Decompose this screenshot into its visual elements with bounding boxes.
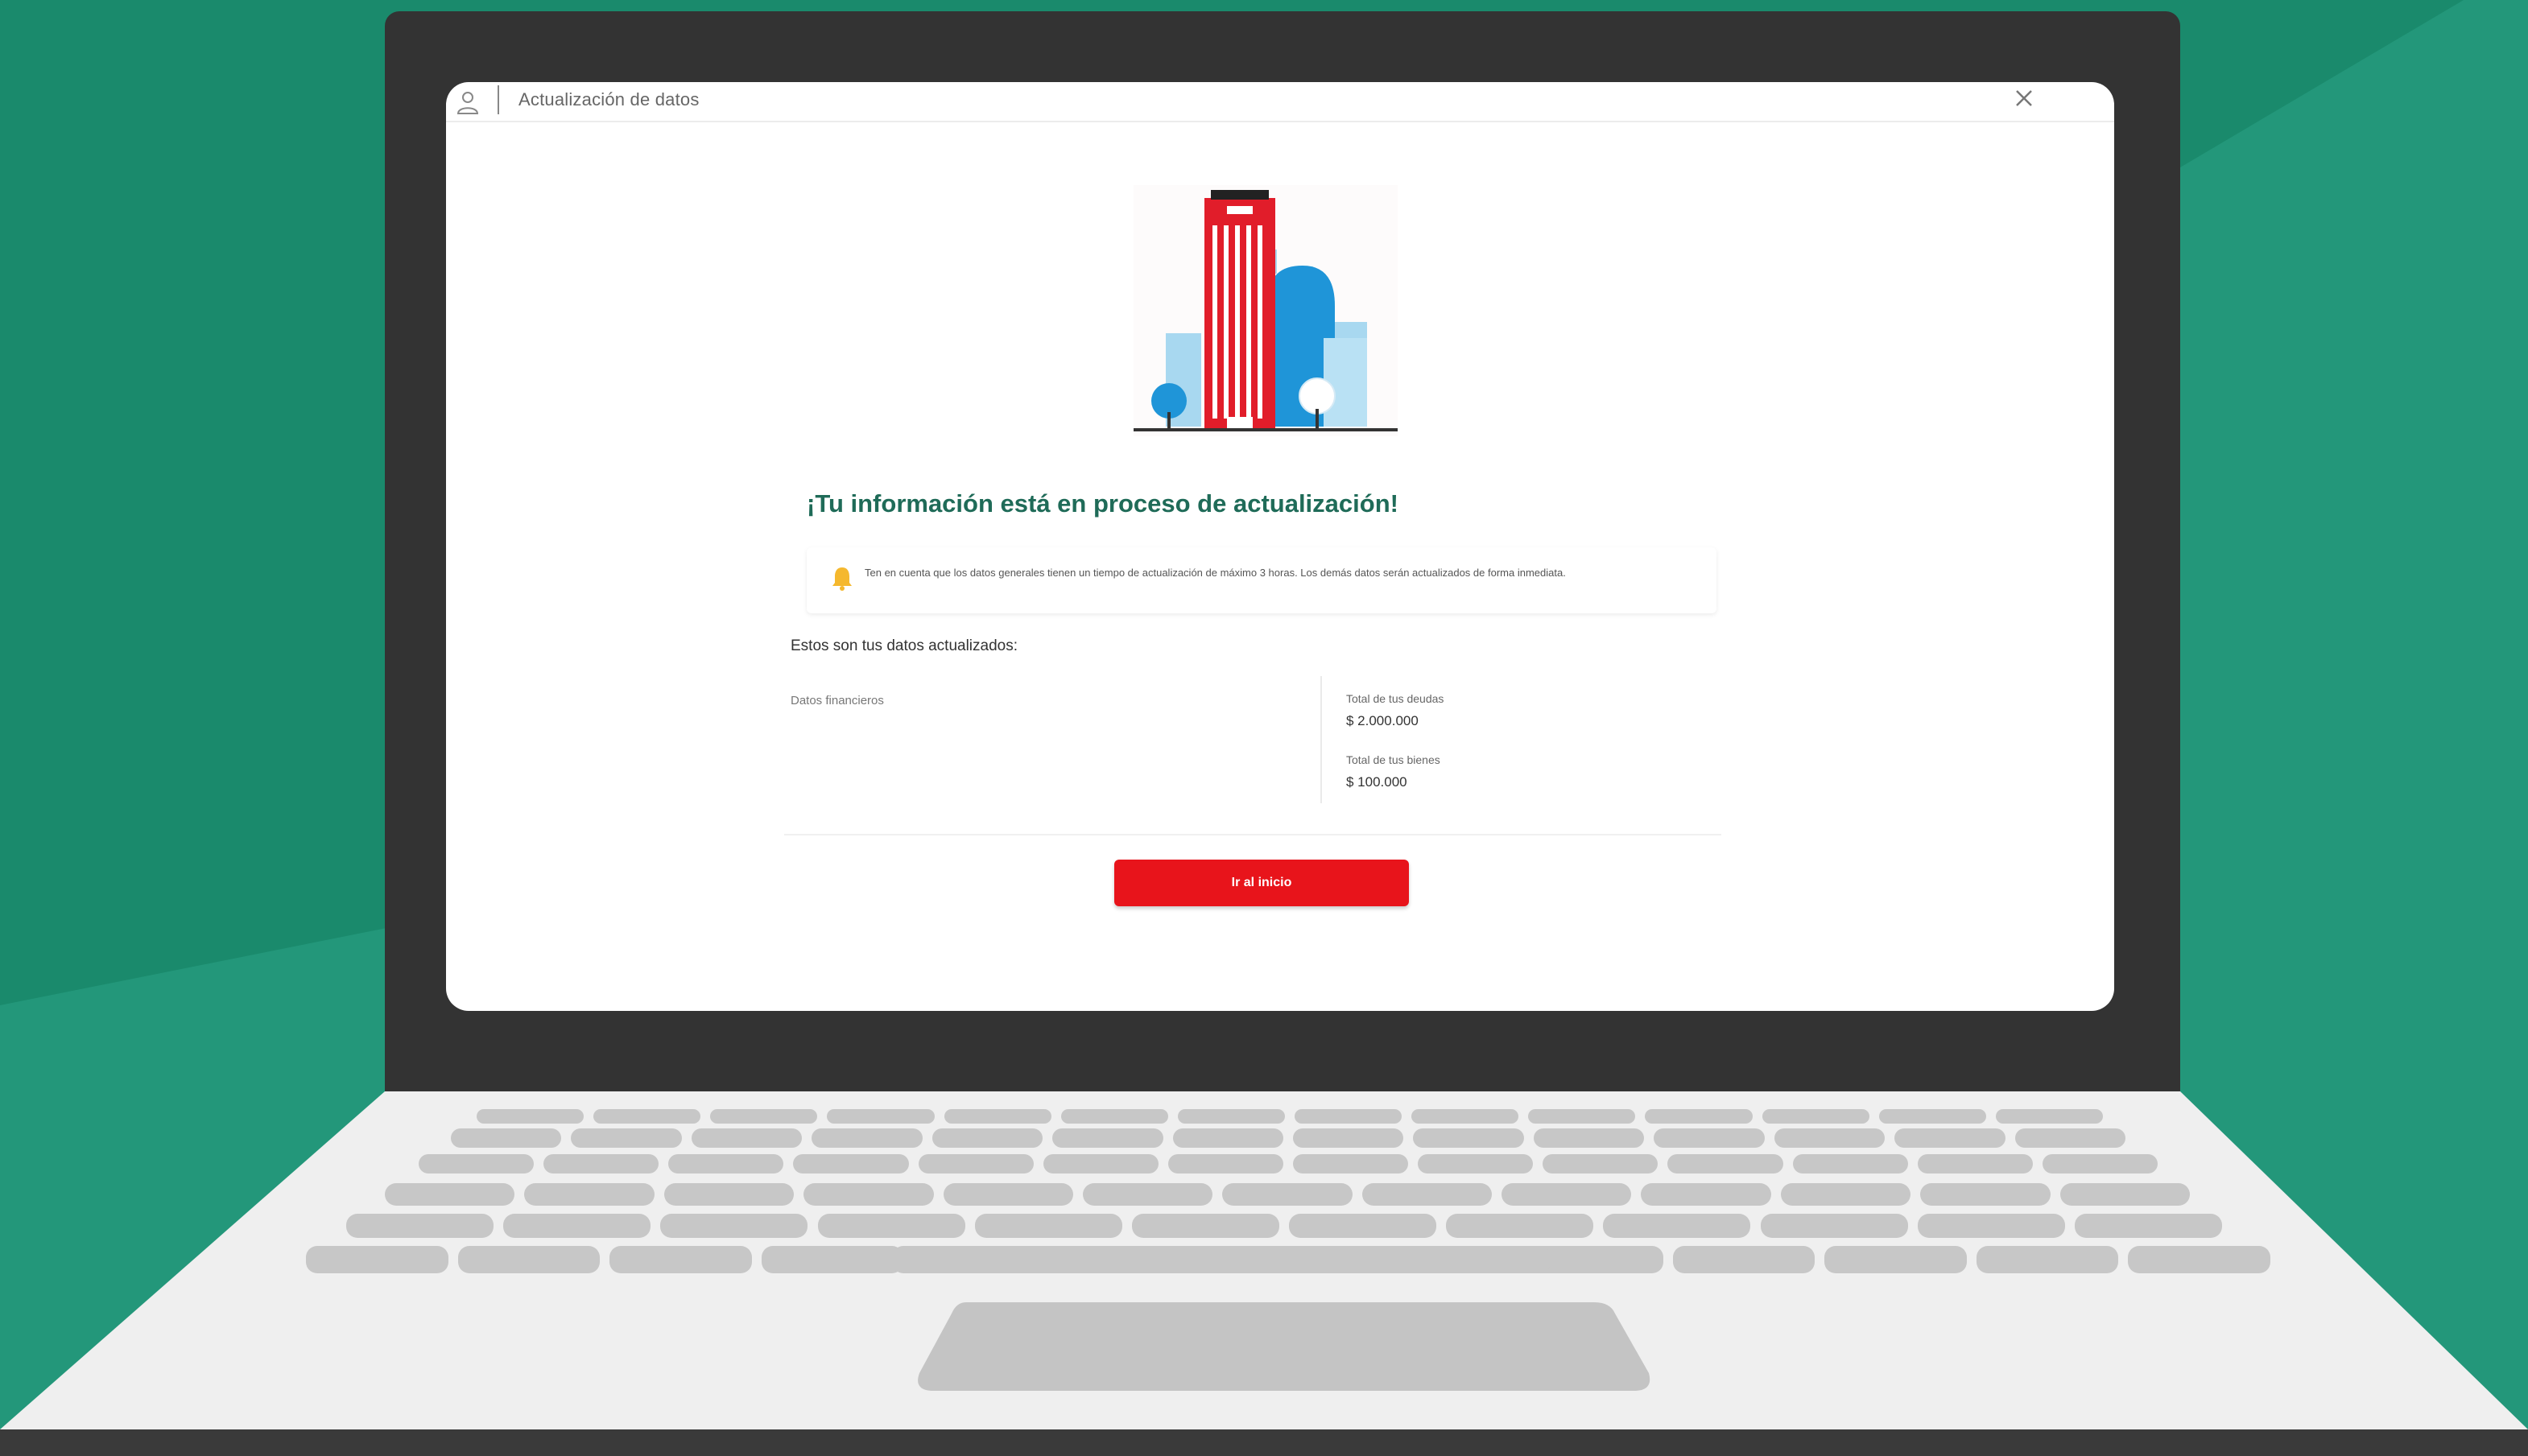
title-separator [498, 85, 499, 114]
confirmation-headline: ¡Tu información está en proceso de actua… [807, 489, 1398, 518]
spacebar-key [892, 1246, 1551, 1273]
keyboard-key [451, 1128, 562, 1148]
keyboard-key [306, 1246, 448, 1273]
keyboard-key [1172, 1128, 1283, 1148]
keyboard-key [1894, 1128, 2005, 1148]
keyboard-key [668, 1154, 784, 1173]
summary-category: Datos financieros [791, 694, 884, 707]
user-icon[interactable] [454, 89, 481, 116]
keyboard-key [1131, 1214, 1279, 1238]
keyboard-key [2128, 1246, 2270, 1273]
keyboard-key [1446, 1214, 1594, 1238]
keyboard-key [1543, 1154, 1658, 1173]
keyboard-key [1774, 1128, 1886, 1148]
keyboard-key [1641, 1183, 1771, 1206]
keyboard-key [1654, 1128, 1765, 1148]
keyboard-key [385, 1183, 515, 1206]
keyboard-key [1502, 1183, 1632, 1206]
keyboard-key [944, 1109, 1051, 1124]
debts-label: Total de tus deudas [1346, 692, 1444, 705]
keyboard-key [1533, 1128, 1645, 1148]
title-bar: Actualización de datos [446, 82, 2114, 122]
keyboard-key [503, 1214, 651, 1238]
keyboard-key [812, 1128, 923, 1148]
keyboard-key [1289, 1214, 1437, 1238]
keyboard-key [1762, 1109, 1869, 1124]
keyboard-key [918, 1154, 1034, 1173]
keyboard-key [1780, 1183, 1911, 1206]
keyboard-key [1222, 1183, 1353, 1206]
keyboard-key [2074, 1214, 2222, 1238]
keyboard-key [974, 1214, 1122, 1238]
keyboard-key [524, 1183, 655, 1206]
keyboard-key [1060, 1109, 1168, 1124]
keyboard-key [419, 1154, 535, 1173]
summary-title: Estos son tus datos actualizados: [791, 637, 1018, 654]
content-divider [784, 834, 1721, 835]
bank-building-illustration [1134, 185, 1398, 436]
keyboard-key [1976, 1246, 2119, 1273]
keyboard-key [1043, 1154, 1159, 1173]
keyboard-key [943, 1183, 1073, 1206]
keyboard-key [477, 1109, 584, 1124]
keyboard-key [1418, 1154, 1534, 1173]
keyboard-key [1792, 1154, 1908, 1173]
keyboard-key [1672, 1246, 1815, 1273]
keyboard-key [931, 1128, 1043, 1148]
close-icon [2016, 90, 2032, 106]
keyboard-key [1824, 1246, 1967, 1273]
keyboard-key [1293, 1154, 1409, 1173]
info-notice: Ten en cuenta que los datos generales ti… [807, 547, 1716, 613]
keyboard-key [1361, 1183, 1493, 1206]
keyboard-key [1177, 1109, 1285, 1124]
bell-icon [832, 567, 852, 591]
keyboard-key [346, 1214, 494, 1238]
keyboard-key [1995, 1109, 2103, 1124]
assets-label: Total de tus bienes [1346, 753, 1440, 766]
window-title: Actualización de datos [518, 89, 700, 109]
go-home-button[interactable]: Ir al inicio [1114, 860, 1409, 906]
keyboard-key [1052, 1128, 1163, 1148]
keyboard-key [1917, 1154, 2033, 1173]
keyboard-key [803, 1183, 934, 1206]
keyboard-key [2014, 1128, 2125, 1148]
keyboard-key [2042, 1154, 2158, 1173]
keyboard-key [793, 1154, 909, 1173]
keyboard-key [2059, 1183, 2190, 1206]
keyboard-key [543, 1154, 659, 1173]
assets-value: $ 100.000 [1346, 774, 1407, 790]
keyboard-key [1167, 1154, 1283, 1173]
keyboard-key [663, 1183, 795, 1206]
keyboard-key [1920, 1183, 2051, 1206]
debts-value: $ 2.000.000 [1346, 713, 1419, 728]
keyboard-key [1082, 1183, 1213, 1206]
keyboard-key [710, 1109, 818, 1124]
keyboard-key [817, 1214, 965, 1238]
keyboard-key [1528, 1109, 1636, 1124]
keyboard-key [761, 1246, 904, 1273]
keyboard-key [1917, 1214, 2065, 1238]
keyboard-key [1760, 1214, 1908, 1238]
app-window: Actualización de datos ¡Tu información e… [446, 82, 2114, 1011]
keyboard-key [691, 1128, 803, 1148]
keyboard-key [457, 1246, 601, 1273]
keyboard-key [593, 1109, 701, 1124]
keyboard-key [827, 1109, 935, 1124]
keyboard-key [1411, 1109, 1519, 1124]
keyboard-key [1603, 1214, 1751, 1238]
keyboard-key [1667, 1154, 1783, 1173]
keyboard-key [1295, 1109, 1402, 1124]
keyboard-key [609, 1246, 752, 1273]
summary-divider [1320, 676, 1322, 803]
keyboard-key [1645, 1109, 1753, 1124]
notice-text: Ten en cuenta que los datos generales ti… [865, 567, 1566, 579]
keyboard-key [1413, 1128, 1524, 1148]
keyboard-key [660, 1214, 808, 1238]
keyboard-key [1293, 1128, 1404, 1148]
keyboard-key [1878, 1109, 1986, 1124]
close-button[interactable] [2008, 82, 2040, 114]
keyboard-key [571, 1128, 682, 1148]
